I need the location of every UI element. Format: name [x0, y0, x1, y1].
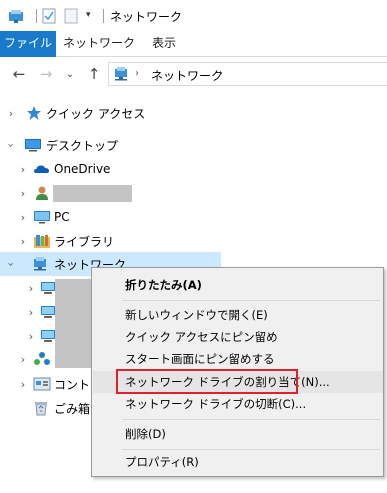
explorer-app-icon[interactable]: [8, 8, 26, 24]
tree-item-label: ごみ箱: [54, 401, 91, 416]
menu-item-collapse[interactable]: 折りたたみ(A): [93, 274, 383, 296]
tree-item-desktop[interactable]: › デスクトップ: [0, 133, 221, 157]
pc-icon: [33, 209, 50, 225]
expand-chevron-icon[interactable]: ›: [18, 235, 28, 248]
recycle-bin-icon: [33, 400, 49, 416]
address-separator-2[interactable]: ›: [219, 68, 223, 79]
navigation-bar: ← → ⌄ ↑ › ネットワーク ›: [0, 57, 387, 91]
customize-qa-dropdown-icon[interactable]: ▾: [86, 10, 91, 20]
tree-item-quick-access[interactable]: › クイック アクセス: [0, 101, 221, 125]
expand-chevron-icon[interactable]: ›: [18, 187, 28, 200]
collapse-chevron-icon[interactable]: ›: [5, 140, 18, 150]
expand-chevron-icon[interactable]: ›: [26, 330, 36, 343]
tree-item-label: デスクトップ: [46, 138, 119, 153]
title-divider-2: [103, 9, 104, 23]
redacted-user-name: [53, 185, 132, 202]
up-arrow-icon[interactable]: ↑: [86, 65, 102, 83]
tree-item-label: PC: [54, 210, 70, 224]
new-folder-qa-icon[interactable]: [64, 8, 78, 24]
properties-qa-icon[interactable]: [42, 8, 56, 24]
expand-chevron-icon[interactable]: ›: [26, 306, 36, 319]
address-separator[interactable]: ›: [135, 68, 139, 79]
network-icon: [32, 256, 48, 272]
collapse-chevron-icon[interactable]: ›: [5, 259, 18, 269]
homegroup-icon: [33, 351, 50, 367]
computer-icon: [40, 328, 56, 344]
tab-network[interactable]: ネットワーク: [60, 31, 138, 57]
tree-item-label: ライブラリ: [54, 234, 115, 249]
expand-chevron-icon[interactable]: ›: [26, 282, 36, 295]
onedrive-cloud-icon: [33, 161, 49, 177]
menu-separator: [122, 449, 380, 450]
tree-item-library[interactable]: › ライブラリ: [0, 229, 221, 253]
recent-locations-chevron-icon[interactable]: ⌄: [62, 66, 78, 82]
tab-file[interactable]: ファイル: [0, 31, 56, 57]
menu-item-disconnect-network-drive[interactable]: ネットワーク ドライブの切断(C)...: [93, 393, 383, 415]
menu-item-open-new-window[interactable]: 新しいウィンドウで開く(E): [93, 304, 383, 326]
expand-chevron-icon[interactable]: ›: [18, 211, 28, 224]
expand-chevron-icon[interactable]: ›: [6, 107, 16, 120]
star-icon: [26, 105, 42, 121]
menu-item-pin-start[interactable]: スタート画面にピン留めする: [93, 348, 383, 370]
title-divider: [36, 9, 37, 23]
window-title: ネットワーク: [110, 10, 183, 24]
menu-item-delete[interactable]: 削除(D): [93, 423, 383, 445]
library-icon: [33, 233, 50, 249]
menu-separator: [122, 300, 380, 301]
user-icon: [34, 185, 50, 201]
menu-item-properties[interactable]: プロパティ(R): [93, 451, 383, 473]
tab-view[interactable]: 表示: [142, 31, 186, 57]
tree-item-pc[interactable]: › PC: [0, 205, 221, 229]
expand-chevron-icon[interactable]: ›: [18, 353, 28, 366]
highlight-box: [116, 369, 298, 394]
title-bar: ▾ ネットワーク: [0, 0, 387, 31]
control-panel-icon: [33, 376, 51, 392]
desktop-icon: [24, 137, 41, 153]
menu-separator: [122, 419, 380, 420]
back-arrow-icon[interactable]: ←: [11, 65, 27, 83]
expand-chevron-icon[interactable]: ›: [18, 378, 28, 391]
ribbon-tabs: ファイル ネットワーク 表示: [0, 31, 387, 57]
forward-arrow-icon[interactable]: →: [38, 65, 54, 83]
tree-item-label: OneDrive: [54, 162, 111, 176]
network-location-icon: [113, 66, 131, 82]
tree-item-label: クイック アクセス: [46, 106, 146, 121]
tree-item-user[interactable]: ›: [0, 181, 221, 205]
menu-item-pin-quick-access[interactable]: クイック アクセスにピン留め: [93, 326, 383, 348]
expand-chevron-icon[interactable]: ›: [18, 163, 28, 176]
tree-item-onedrive[interactable]: › OneDrive: [0, 157, 221, 181]
address-bar[interactable]: › ネットワーク ›: [108, 62, 387, 86]
computer-icon: [40, 280, 56, 296]
address-path[interactable]: ネットワーク: [151, 67, 223, 84]
computer-icon: [40, 304, 56, 320]
